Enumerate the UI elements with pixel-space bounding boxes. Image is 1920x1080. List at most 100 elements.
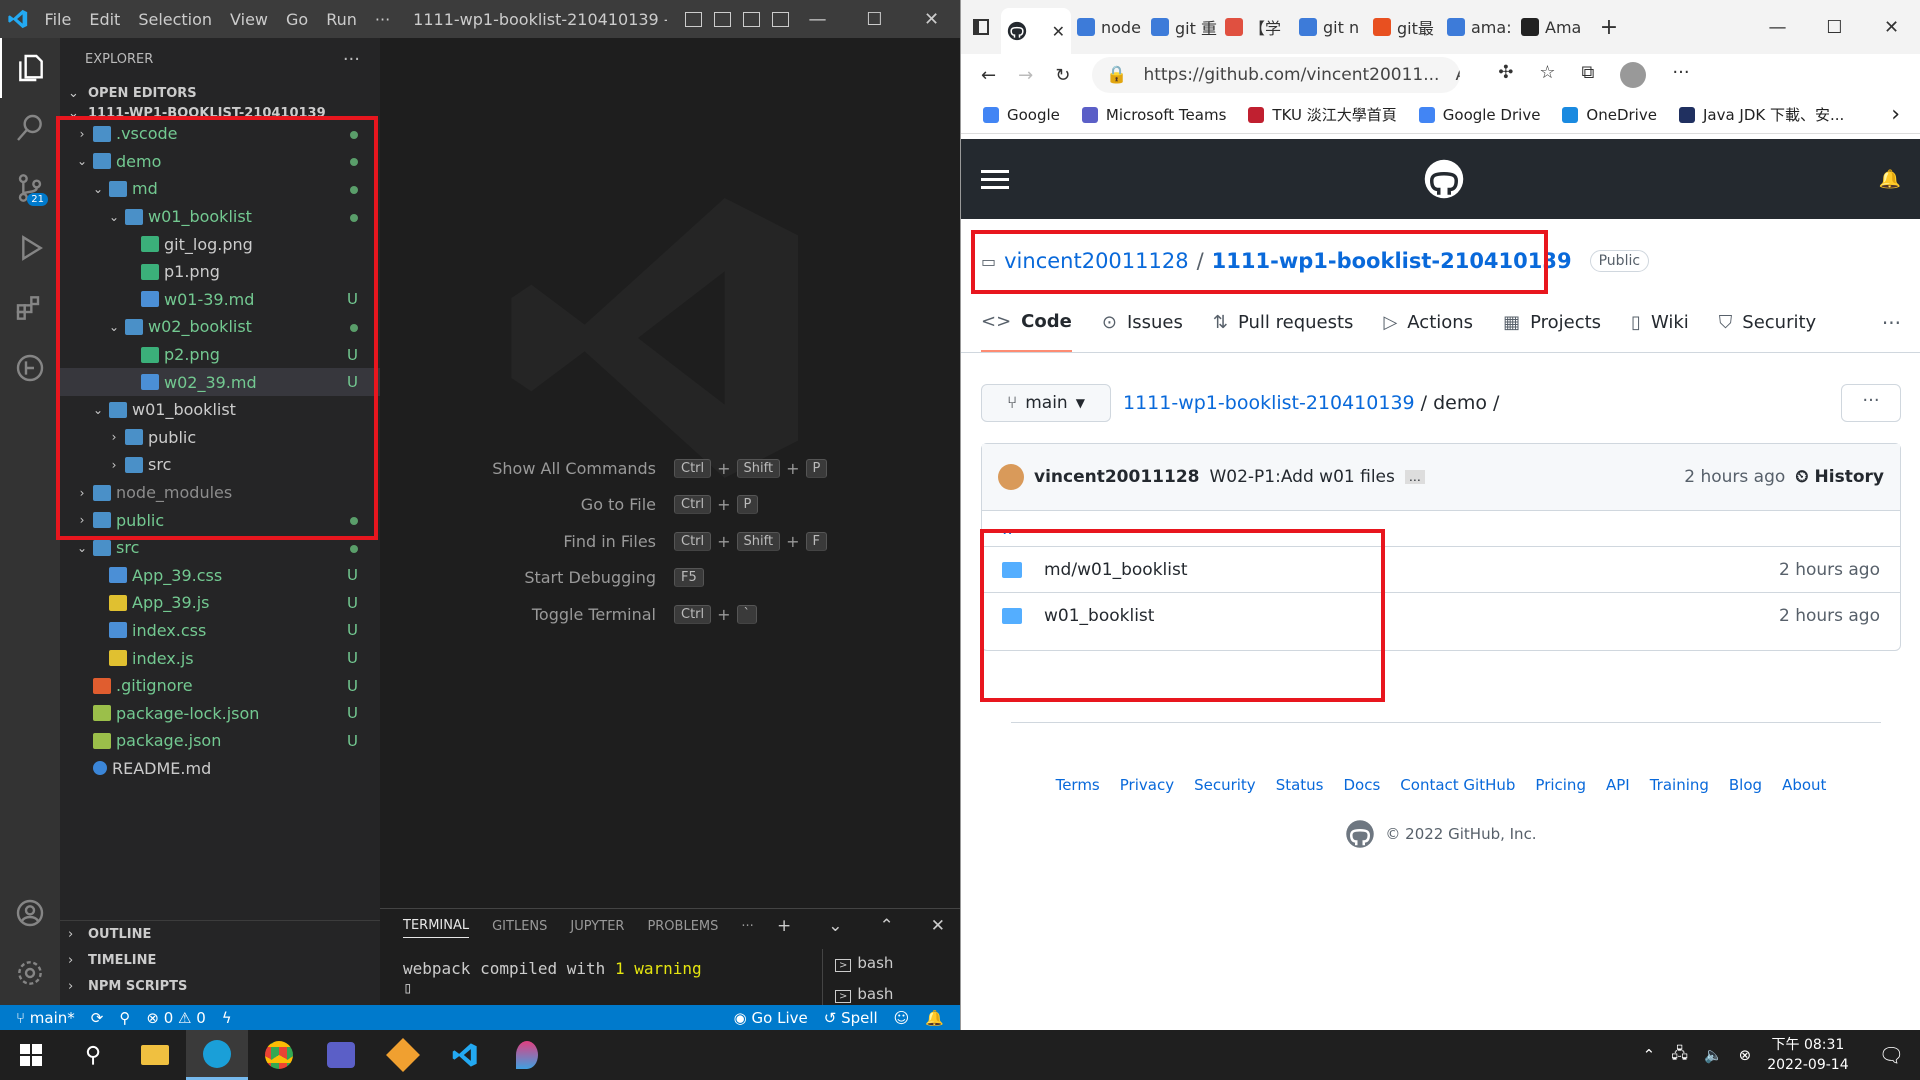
repo-tab-issues[interactable]: ⊙ Issues bbox=[1102, 311, 1183, 352]
toggle-primary-sidebar-icon[interactable] bbox=[685, 11, 702, 27]
timeline-section[interactable]: › TIMELINE bbox=[60, 947, 380, 973]
menu-item[interactable]: View bbox=[221, 10, 277, 29]
tree-item[interactable]: › public bbox=[60, 424, 380, 452]
tree-item[interactable]: index.js U bbox=[60, 644, 380, 672]
browser-maximize-button[interactable]: ☐ bbox=[1806, 17, 1863, 38]
menu-item[interactable]: Selection bbox=[129, 10, 221, 29]
status-close-icon[interactable]: ⊗ bbox=[1739, 1046, 1752, 1064]
menu-item[interactable]: File bbox=[36, 10, 81, 29]
terminal-output[interactable]: webpack compiled with 1 warning ▯ bbox=[403, 959, 702, 997]
gitlens-icon[interactable] bbox=[0, 338, 60, 398]
bookmark-item[interactable]: OneDrive bbox=[1562, 106, 1657, 124]
feedback-icon[interactable]: ☺ bbox=[894, 1009, 910, 1027]
go-live-button[interactable]: ◉ Go Live bbox=[734, 1009, 808, 1027]
tree-item[interactable]: p1.png bbox=[60, 258, 380, 286]
panel-tab-jupyter[interactable]: JUPYTER bbox=[570, 919, 624, 934]
github-footer-logo-icon[interactable] bbox=[1345, 819, 1375, 849]
tree-item[interactable]: › node_modules bbox=[60, 479, 380, 507]
toggle-secondary-sidebar-icon[interactable] bbox=[743, 11, 760, 27]
extensions-icon[interactable] bbox=[0, 278, 60, 338]
gitlens-status-icon[interactable]: ⚲ bbox=[119, 1009, 130, 1027]
browser-tab[interactable]: 【学 bbox=[1219, 7, 1293, 47]
repo-tab-pull-requests[interactable]: ⇅ Pull requests bbox=[1213, 311, 1354, 352]
tree-item[interactable]: ⌄ w01_booklist bbox=[60, 396, 380, 424]
file-explorer-icon[interactable] bbox=[124, 1030, 186, 1080]
root-folder-header[interactable]: ⌄ 1111-WP1-BOOKLIST-210410139 bbox=[60, 106, 326, 120]
tree-item[interactable]: ⌄ w02_booklist bbox=[60, 313, 380, 341]
settings-gear-icon[interactable] bbox=[0, 943, 60, 1003]
tree-item[interactable]: README.md bbox=[60, 755, 380, 783]
footer-link[interactable]: Blog bbox=[1729, 776, 1762, 794]
tree-item[interactable]: › src bbox=[60, 451, 380, 479]
browser-minimize-button[interactable]: — bbox=[1749, 17, 1806, 38]
sync-icon[interactable]: ⟳ bbox=[91, 1009, 104, 1027]
github-logo-icon[interactable] bbox=[1423, 158, 1465, 200]
panel-tab-terminal[interactable]: TERMINAL bbox=[403, 918, 470, 938]
repo-name-link[interactable]: 1111-wp1-booklist-210410139 bbox=[1212, 249, 1572, 273]
collections-icon[interactable]: ⧉ bbox=[1582, 62, 1595, 88]
tab-github[interactable]: ✕ bbox=[1001, 8, 1071, 54]
favorites-icon[interactable]: ☆ bbox=[1539, 62, 1555, 88]
commit-expand-button[interactable]: … bbox=[1404, 470, 1425, 484]
browser-close-button[interactable]: ✕ bbox=[1863, 17, 1920, 38]
hamburger-menu-icon[interactable] bbox=[981, 165, 1009, 194]
footer-link[interactable]: Docs bbox=[1344, 776, 1381, 794]
run-debug-icon[interactable] bbox=[0, 218, 60, 278]
menu-item[interactable]: Run bbox=[317, 10, 366, 29]
file-row[interactable]: w01_booklist 2 hours ago bbox=[982, 593, 1900, 639]
clock[interactable]: 下午 08:31 2022-09-14 bbox=[1767, 1035, 1848, 1075]
repo-nav-more-icon[interactable]: ··· bbox=[1882, 311, 1901, 335]
repo-owner-link[interactable]: vincent20011128 bbox=[1004, 249, 1188, 273]
notifications-bell-icon[interactable]: 🔔 bbox=[1879, 169, 1901, 190]
network-icon[interactable]: 🖧 bbox=[1671, 1043, 1688, 1068]
refresh-icon[interactable]: ↻ bbox=[1055, 65, 1070, 86]
lightning-icon[interactable]: ϟ bbox=[222, 1009, 232, 1027]
footer-link[interactable]: Terms bbox=[1056, 776, 1100, 794]
browser-tab[interactable]: git最 bbox=[1367, 7, 1441, 47]
tray-expand-icon[interactable]: ⌃ bbox=[1643, 1046, 1656, 1064]
browser-tab[interactable]: Ama bbox=[1515, 7, 1589, 47]
bookmark-item[interactable]: Google Drive bbox=[1418, 106, 1540, 124]
close-panel-icon[interactable]: ✕ bbox=[931, 916, 945, 936]
footer-link[interactable]: Pricing bbox=[1535, 776, 1586, 794]
tree-item[interactable]: App_39.css U bbox=[60, 562, 380, 590]
outline-section[interactable]: › OUTLINE bbox=[60, 921, 380, 947]
browser-tab[interactable]: ama: bbox=[1441, 7, 1515, 47]
tree-item[interactable]: › public bbox=[60, 506, 380, 534]
menu-item[interactable]: ··· bbox=[366, 10, 399, 29]
vscode-taskbar-icon[interactable] bbox=[434, 1030, 496, 1080]
file-row[interactable]: .. bbox=[982, 511, 1900, 547]
tree-item[interactable]: git_log.png bbox=[60, 230, 380, 258]
more-options-button[interactable]: ··· bbox=[1841, 384, 1901, 422]
footer-link[interactable]: Privacy bbox=[1120, 776, 1174, 794]
minimize-button[interactable]: — bbox=[789, 9, 846, 30]
commit-message[interactable]: W02-P1:Add w01 files bbox=[1209, 467, 1394, 487]
maps-icon[interactable] bbox=[496, 1030, 558, 1080]
explorer-icon[interactable] bbox=[0, 38, 60, 98]
git-client-icon[interactable] bbox=[372, 1030, 434, 1080]
tree-item[interactable]: ⌄ demo bbox=[60, 148, 380, 176]
tree-item[interactable]: p2.png U bbox=[60, 341, 380, 369]
panel-tab-more[interactable]: ··· bbox=[741, 919, 753, 934]
accounts-icon[interactable] bbox=[0, 883, 60, 943]
menu-item[interactable]: Edit bbox=[80, 10, 129, 29]
repo-tab-wiki[interactable]: ▯ Wiki bbox=[1631, 311, 1689, 352]
file-name-link[interactable]: md/w01_booklist bbox=[1044, 560, 1188, 580]
maximize-panel-icon[interactable]: ⌃ bbox=[880, 916, 894, 936]
more-actions-icon[interactable]: ··· bbox=[343, 49, 360, 70]
footer-link[interactable]: API bbox=[1606, 776, 1630, 794]
edge-icon[interactable] bbox=[186, 1030, 248, 1080]
footer-link[interactable]: Security bbox=[1194, 776, 1256, 794]
tree-item[interactable]: package-lock.json U bbox=[60, 699, 380, 727]
parent-dir-link[interactable]: .. bbox=[1002, 519, 1013, 539]
terminal-item[interactable]: > bash bbox=[835, 949, 893, 980]
tree-item[interactable]: index.css U bbox=[60, 617, 380, 645]
bookmark-item[interactable]: Microsoft Teams bbox=[1081, 106, 1226, 124]
back-icon[interactable]: ← bbox=[981, 65, 996, 86]
bookmark-item[interactable]: Google bbox=[983, 106, 1060, 124]
teams-icon[interactable] bbox=[310, 1030, 372, 1080]
menu-item[interactable]: Go bbox=[277, 10, 317, 29]
toggle-panel-icon[interactable] bbox=[714, 11, 731, 27]
tree-item[interactable]: › .vscode bbox=[60, 120, 380, 148]
bookmark-item[interactable]: Java JDK 下載、安... bbox=[1678, 104, 1844, 125]
